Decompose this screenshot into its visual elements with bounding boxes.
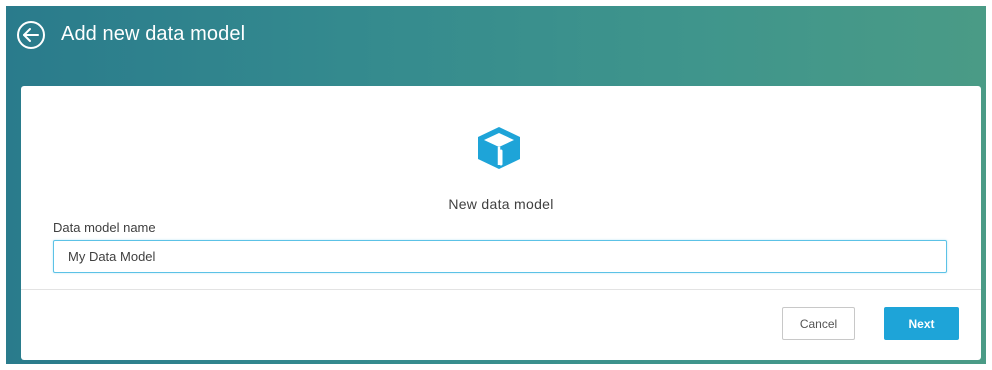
cube-icon bbox=[478, 127, 520, 169]
data-model-name-label: Data model name bbox=[53, 220, 156, 235]
back-arrow-circle-icon[interactable] bbox=[16, 20, 46, 50]
back-button[interactable] bbox=[16, 20, 46, 50]
cancel-button[interactable]: Cancel bbox=[782, 307, 855, 340]
header: Add new data model bbox=[6, 6, 986, 72]
page-title: Add new data model bbox=[61, 23, 246, 45]
next-button[interactable]: Next bbox=[884, 307, 959, 340]
app-window: Add new data model New data model Data m… bbox=[6, 6, 986, 364]
model-type-label: New data model bbox=[448, 196, 554, 212]
divider bbox=[21, 289, 981, 290]
new-data-model-card: New data model Data model name Cancel Ne… bbox=[21, 86, 981, 360]
data-model-name-input[interactable] bbox=[53, 240, 947, 273]
